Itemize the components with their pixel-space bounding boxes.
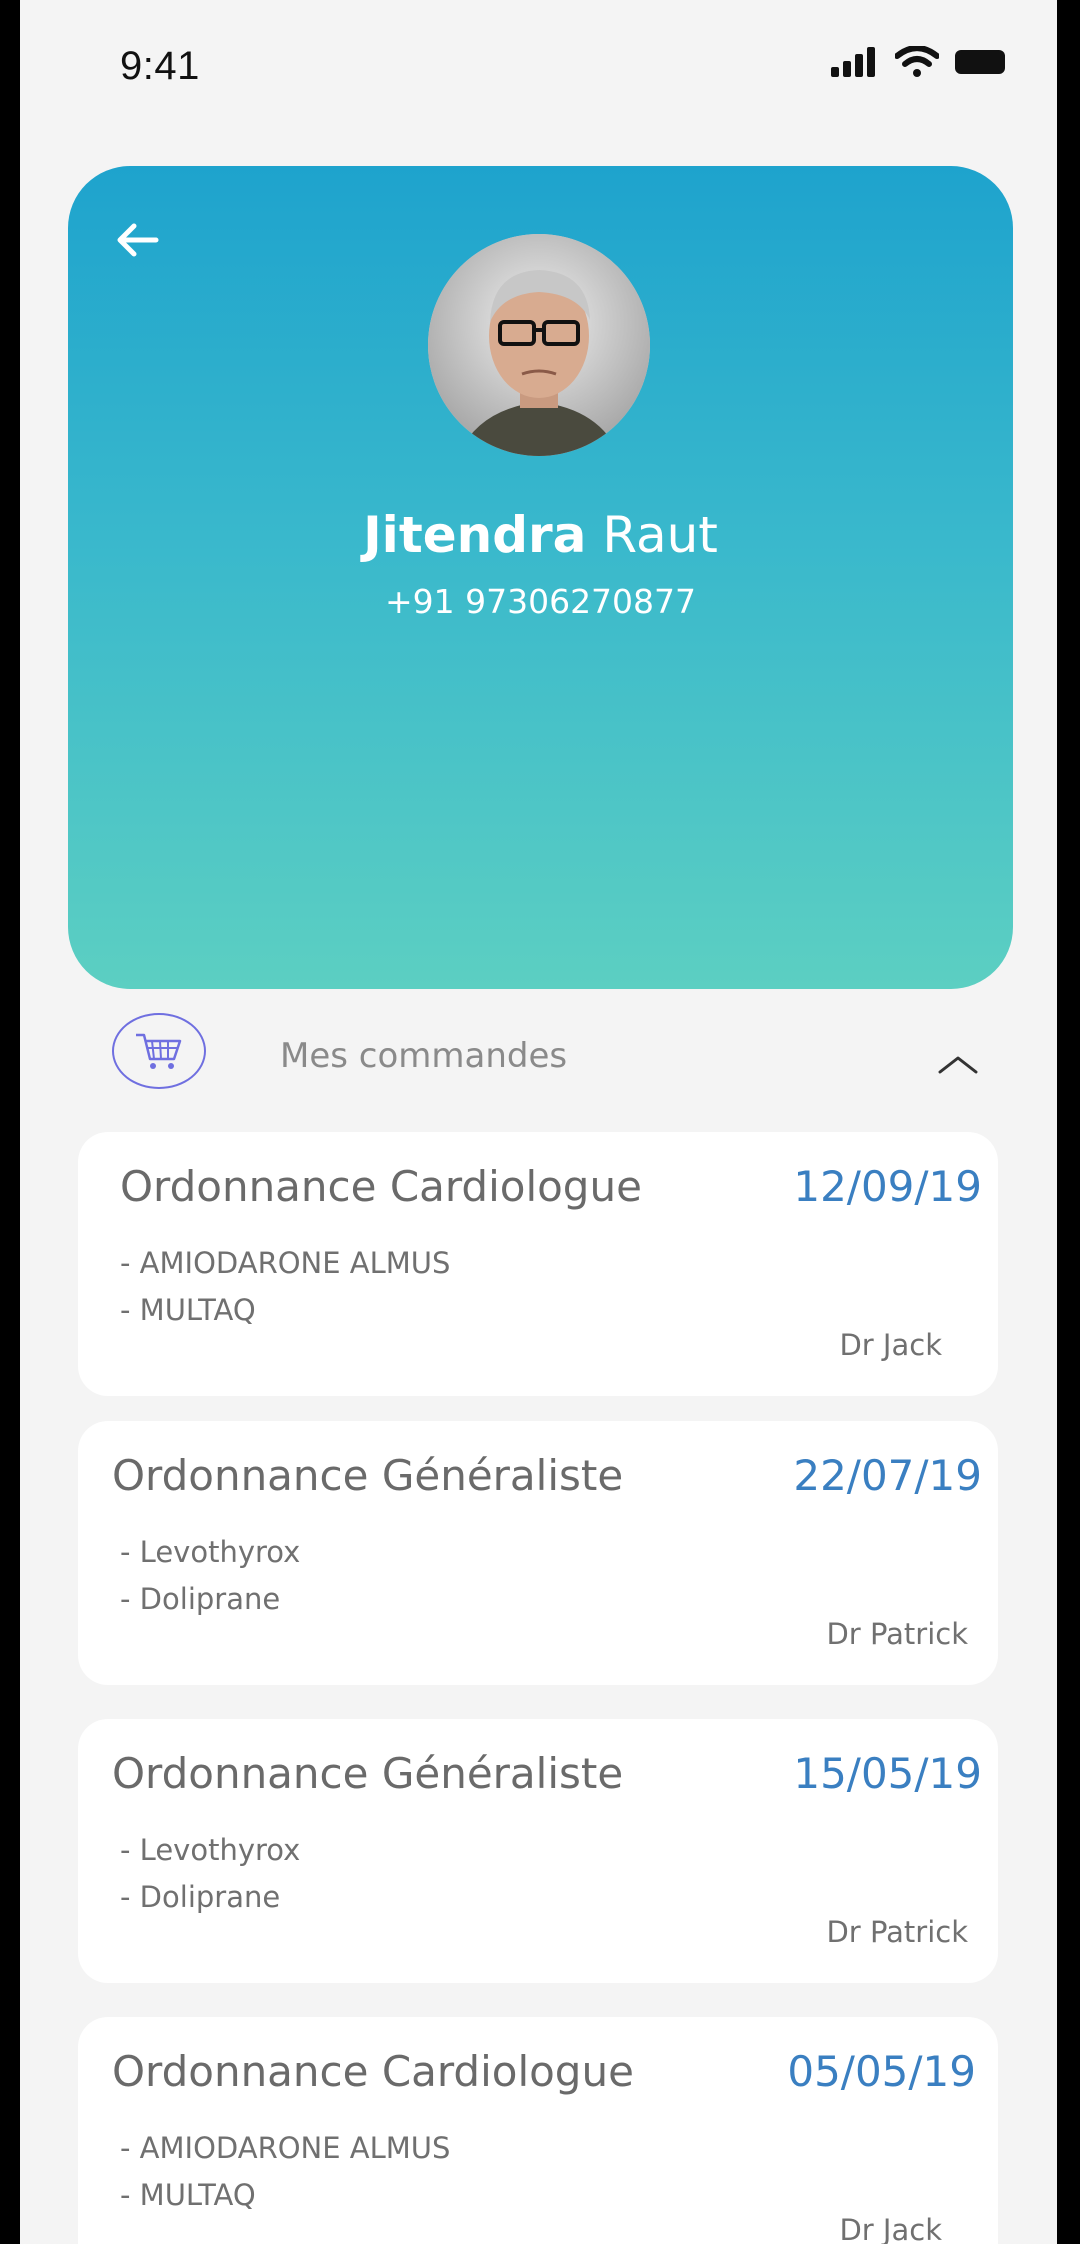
- shopping-cart-icon: [136, 1033, 182, 1069]
- med-item: - Doliprane: [120, 1880, 281, 1914]
- order-meds: - Levothyrox - Doliprane: [120, 1529, 300, 1623]
- wifi-icon: [895, 46, 939, 77]
- med-item: - Levothyrox: [120, 1833, 301, 1867]
- order-card[interactable]: Ordonnance Cardiologue 05/05/19 - AMIODA…: [78, 2017, 998, 2244]
- signal-icon: [831, 47, 875, 77]
- profile-phone: +91 97306270877: [384, 582, 697, 621]
- avatar: [428, 234, 650, 456]
- app-screen: 9:41 Jitendra Raut +91 97306270877 Mes c…: [20, 0, 1057, 2244]
- first-name: Jitendra: [363, 506, 587, 564]
- cart-badge[interactable]: [112, 1013, 206, 1089]
- back-button[interactable]: [108, 210, 168, 270]
- arrow-left-icon: [117, 223, 159, 257]
- med-item: - AMIODARONE ALMUS: [120, 1246, 451, 1280]
- chevron-up-icon: [938, 1056, 978, 1074]
- order-doctor: Dr Jack: [839, 1328, 942, 1362]
- med-item: - MULTAQ: [120, 1293, 256, 1327]
- order-card[interactable]: Ordonnance Cardiologue 12/09/19 - AMIODA…: [78, 1132, 998, 1396]
- med-item: - Doliprane: [120, 1582, 281, 1616]
- order-date: 15/05/19: [793, 1749, 982, 1798]
- status-icons: [831, 46, 1007, 78]
- order-meds: - Levothyrox - Doliprane: [120, 1827, 300, 1921]
- order-meds: - AMIODARONE ALMUS - MULTAQ: [120, 2125, 450, 2219]
- profile-name: Jitendra Raut: [68, 506, 1013, 564]
- order-meds: - AMIODARONE ALMUS - MULTAQ: [120, 1240, 450, 1334]
- order-card[interactable]: Ordonnance Généraliste 15/05/19 - Levoth…: [78, 1719, 998, 1983]
- battery-icon: [955, 50, 1005, 74]
- med-item: - Levothyrox: [120, 1535, 301, 1569]
- order-title: Ordonnance Généraliste: [112, 1749, 624, 1798]
- last-name: Raut: [602, 506, 718, 564]
- order-doctor: Dr Patrick: [826, 1617, 968, 1651]
- med-item: - MULTAQ: [120, 2178, 256, 2212]
- profile-header: Jitendra Raut +91 97306270877: [68, 166, 1013, 989]
- order-date: 12/09/19: [793, 1162, 982, 1211]
- med-item: - AMIODARONE ALMUS: [120, 2131, 451, 2165]
- status-time: 9:41: [120, 44, 200, 88]
- collapse-button[interactable]: [936, 1048, 980, 1078]
- order-card[interactable]: Ordonnance Généraliste 22/07/19 - Levoth…: [78, 1421, 998, 1685]
- order-doctor: Dr Patrick: [826, 1915, 968, 1949]
- order-title: Ordonnance Généraliste: [112, 1451, 624, 1500]
- order-doctor: Dr Jack: [839, 2213, 942, 2244]
- section-title: Mes commandes: [280, 1036, 568, 1076]
- avatar-portrait: [428, 234, 650, 456]
- order-title: Ordonnance Cardiologue: [120, 1162, 642, 1211]
- order-title: Ordonnance Cardiologue: [112, 2047, 634, 2096]
- order-date: 05/05/19: [787, 2047, 976, 2096]
- order-date: 22/07/19: [793, 1451, 982, 1500]
